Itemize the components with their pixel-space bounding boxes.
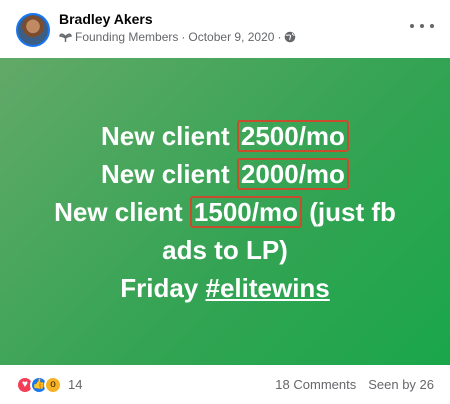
text-line: ads to LP) <box>162 234 288 265</box>
highlighted-amount: 1500/mo <box>189 195 302 228</box>
highlighted-amount: 2500/mo <box>236 119 349 152</box>
ellipsis-icon[interactable] <box>410 18 434 34</box>
post-header: Bradley Akers Founding Members · October… <box>0 0 450 58</box>
post-text: New client 2500/mo New client 2000/mo Ne… <box>54 117 396 307</box>
post-footer: ♥ 👍 o 14 18 Comments Seen by 26 <box>0 365 450 404</box>
post-meta: Founding Members · October 9, 2020 · <box>59 30 296 44</box>
comments-count-link[interactable]: 18 Comments <box>275 377 356 392</box>
line-suffix: (just fb <box>309 196 396 227</box>
line-prefix: New client <box>54 196 183 227</box>
globe-icon <box>284 31 296 43</box>
post-stats: 18 Comments Seen by 26 <box>275 377 450 392</box>
group-label[interactable]: Founding Members <box>75 30 178 44</box>
hashtag-link[interactable]: #elitewins <box>205 273 329 303</box>
line-prefix: New client <box>101 120 230 151</box>
seen-by-link[interactable]: Seen by 26 <box>368 377 434 392</box>
post-date[interactable]: October 9, 2020 <box>188 30 274 44</box>
author-name[interactable]: Bradley Akers <box>59 11 153 27</box>
text-line: Friday #elitewins <box>54 269 396 307</box>
highlighted-amount: 2000/mo <box>236 157 349 190</box>
post-content: New client 2500/mo New client 2000/mo Ne… <box>0 58 450 365</box>
reactions-summary[interactable]: ♥ 👍 o 14 <box>0 375 83 394</box>
text-line: New client 2000/mo <box>54 155 396 193</box>
text-line: New client 1500/mo (just fb <box>54 193 396 231</box>
post-card: Bradley Akers Founding Members · October… <box>0 0 450 404</box>
founding-member-badge-icon <box>59 31 72 43</box>
text-line: New client 2500/mo <box>54 117 396 155</box>
author-avatar[interactable] <box>16 13 50 47</box>
meta-separator: · <box>277 30 282 44</box>
line-prefix: New client <box>101 158 230 189</box>
line-prefix: Friday <box>120 272 199 303</box>
wow-icon: o <box>44 375 62 394</box>
reaction-count: 14 <box>68 377 83 392</box>
meta-separator: · <box>181 30 186 44</box>
